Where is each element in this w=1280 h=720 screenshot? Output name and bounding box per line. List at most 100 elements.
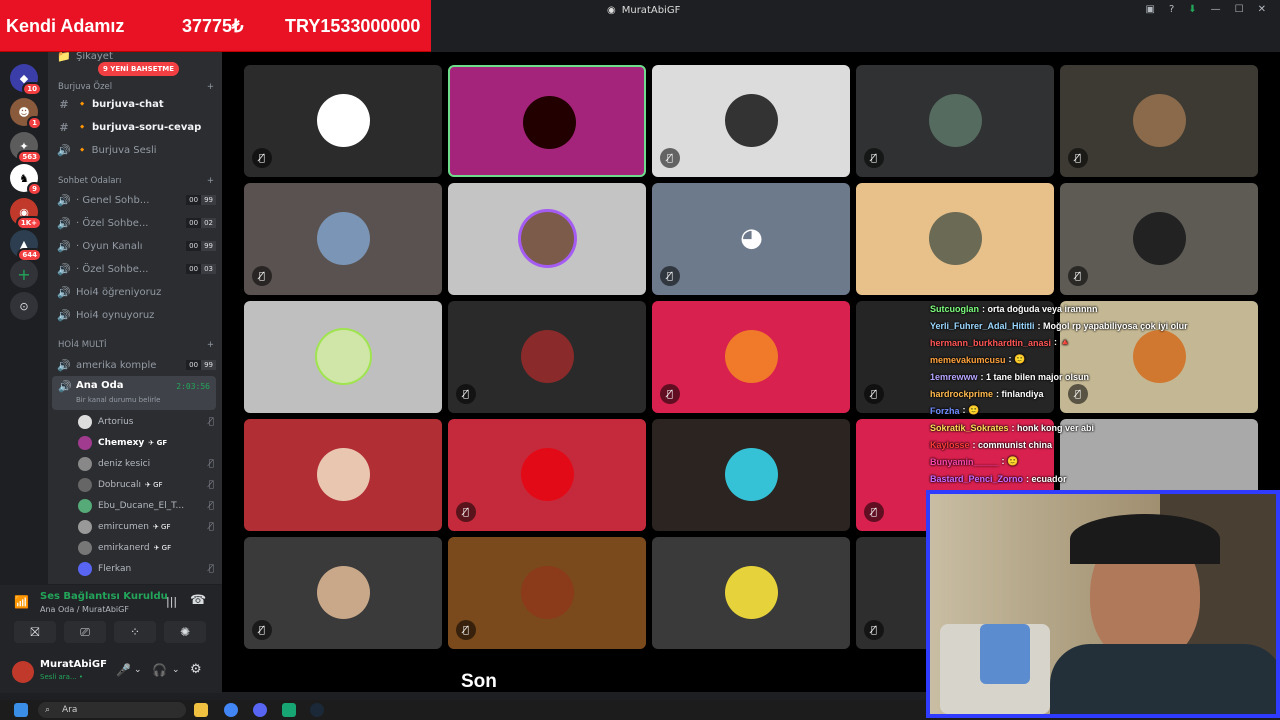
new-mentions-badge[interactable]: 9 YENİ BAHSETME (98, 62, 180, 76)
participant-tile[interactable] (652, 419, 850, 531)
active-voice-channel[interactable]: 🔊 Ana Oda 2:03:56 Bir kanal durumu belir… (52, 376, 216, 410)
voice-channel[interactable]: 🔊 · Oyun Kanalı 00 99 (56, 236, 216, 256)
category-header[interactable]: HOİ4 MULTİ + (58, 340, 214, 350)
participant-tile[interactable]: 🎙̸ (1060, 183, 1258, 295)
muted-icon: 🎙̸ (252, 620, 272, 640)
settings-gear-icon[interactable]: ⚙ (190, 662, 202, 677)
discord-default-avatar-icon: ◕ (740, 223, 763, 253)
voice-member[interactable]: Ebu_Ducane_El_T... 🎙̸ (78, 496, 214, 516)
voice-channel[interactable]: 🔊 · Özel Sohbe... 00 03 (56, 259, 216, 279)
soundboard-button[interactable]: ✺ (164, 621, 206, 643)
participant-tile[interactable]: 🎙̸ (244, 183, 442, 295)
participant-tile[interactable] (652, 537, 850, 649)
download-icon[interactable]: ⬇ (1188, 4, 1196, 15)
muted-icon: 🎙̸ (864, 620, 884, 640)
muted-icon: 🎙̸ (252, 148, 272, 168)
help-icon[interactable]: ? (1169, 4, 1174, 15)
server-icon[interactable]: ✦ 563 (10, 132, 42, 164)
steam-icon[interactable] (310, 703, 324, 717)
voice-member[interactable]: emirkanerd ✈ GF (78, 538, 214, 558)
subtitle-caption: Son (461, 671, 497, 692)
plus-icon[interactable]: + (207, 82, 214, 92)
voice-status[interactable]: Ses Bağlantısı Kuruldu (40, 591, 168, 602)
user-panel: MuratAbiGF Sesli ara... • 🎤 ⌄ 🎧 ⌄ ⚙ (0, 653, 222, 693)
voice-channel[interactable]: 🔊 Hoi4 öğreniyoruz (56, 282, 216, 302)
participant-tile[interactable] (244, 419, 442, 531)
maximize-button[interactable]: ☐ (1235, 4, 1244, 15)
text-channel[interactable]: # 🔸 burjuva-chat (56, 94, 216, 114)
chat-message: Kaylosse: communist china (930, 439, 1053, 450)
windows-start-icon[interactable] (14, 703, 28, 717)
activities-button[interactable]: ⁘ (114, 621, 156, 643)
voice-member[interactable]: deniz kesici 🎙̸ (78, 454, 214, 474)
muted-icon: 🎙̸ (456, 502, 476, 522)
participant-tile[interactable] (856, 183, 1054, 295)
chat-message: Sutcuoglan: orta doğuda veya irannnn (930, 303, 1098, 314)
chevron-down-icon[interactable]: ⌄ (134, 665, 142, 675)
username: MuratAbiGF (40, 659, 107, 670)
category-header[interactable]: Burjuva Özel + (58, 82, 214, 92)
voice-member[interactable]: Chemexy ✈ GF (78, 433, 214, 453)
participant-tile[interactable]: 🎙̸ (244, 65, 442, 177)
microphone-icon[interactable]: 🎤 (116, 663, 131, 677)
voice-channel[interactable]: 🔊 🔸 Burjuva Sesli (56, 140, 216, 160)
file-explorer-icon[interactable] (194, 703, 208, 717)
plus-icon[interactable]: + (207, 340, 214, 350)
voice-member[interactable]: emircumen ✈ GF 🎙̸ (78, 517, 214, 537)
participant-tile[interactable]: 🎙̸ (448, 537, 646, 649)
participant-tile[interactable]: 🎙̸ (652, 301, 850, 413)
signal-icon: 📶 (14, 595, 29, 609)
voice-location: Ana Oda / MuratAbiGF (40, 605, 129, 614)
server-icon[interactable]: ◉ 1K+ (10, 198, 42, 230)
muted-icon: 🎙̸ (864, 502, 884, 522)
inbox-icon[interactable]: ▣ (1145, 4, 1154, 15)
noise-suppression-icon[interactable]: ||| (166, 595, 177, 608)
voice-member[interactable]: Artorius 🎙̸ (78, 412, 214, 432)
participant-tile[interactable] (448, 183, 646, 295)
headphones-icon[interactable]: 🎧 (152, 663, 167, 677)
close-button[interactable]: ✕ (1258, 4, 1266, 15)
discord-icon[interactable] (253, 703, 267, 717)
category-header[interactable]: Sohbet Odaları + (58, 176, 214, 186)
voice-channel[interactable]: 🔊 · Özel Sohbe... 00 02 (56, 213, 216, 233)
participant-tile[interactable]: 🎙̸ (448, 301, 646, 413)
add-server-icon[interactable]: + (10, 260, 38, 288)
participant-tile[interactable]: 🎙̸ (244, 537, 442, 649)
banner-name: Kendi Adamız (6, 16, 125, 36)
muted-icon: 🎙̸ (1068, 266, 1088, 286)
participant-tile[interactable]: 🎙̸ (1060, 65, 1258, 177)
participant-tile[interactable] (244, 301, 442, 413)
voice-channel[interactable]: 🔊 Hoi4 oynuyoruz (56, 305, 216, 325)
disconnect-icon[interactable]: ☎ (190, 593, 206, 608)
user-status: Sesli ara... • (40, 673, 83, 681)
app-icon[interactable] (282, 703, 296, 717)
participant-tile-speaking[interactable] (448, 65, 646, 177)
chat-message: hermann_burkhardtin_anasi: 🔺 (930, 337, 1071, 348)
minimize-button[interactable]: — (1211, 4, 1221, 15)
participant-tile[interactable]: 🎙̸ (652, 65, 850, 177)
participant-tile[interactable]: ◕ 🎙̸ (652, 183, 850, 295)
participant-tile[interactable]: 🎙̸ (856, 65, 1054, 177)
server-icon[interactable]: ☻ 1 (10, 98, 42, 130)
muted-icon: 🎙̸ (252, 266, 272, 286)
server-icon[interactable]: ♞ 9 (10, 164, 42, 196)
discover-icon[interactable]: ⊙ (10, 292, 38, 320)
text-channel[interactable]: # 🔸 burjuva-soru-cevap (56, 117, 216, 137)
voice-member[interactable]: Dobrucalı ✈ GF 🎙̸ (78, 475, 214, 495)
plus-icon[interactable]: + (207, 176, 214, 186)
participant-tile[interactable]: 🎙̸ (448, 419, 646, 531)
camera-off-button[interactable]: ⛝ (14, 621, 56, 643)
muted-icon: 🎙̸ (864, 384, 884, 404)
voice-channel[interactable]: 🔊 amerika komple 00 99 (56, 355, 216, 375)
avatar[interactable] (12, 661, 34, 683)
taskbar-search[interactable]: ⌕ Ara (38, 702, 186, 718)
channel-status[interactable]: Bir kanal durumu belirle (76, 396, 160, 404)
server-icon[interactable]: ▲ 644 (10, 230, 42, 262)
voice-member[interactable]: Flerkan 🎙̸ (78, 559, 214, 579)
muted-icon: 🎙̸ (660, 384, 680, 404)
chrome-icon[interactable] (224, 703, 238, 717)
server-icon[interactable]: ◆ 10 (10, 64, 42, 96)
screen-share-button[interactable]: ⎚ (64, 621, 106, 643)
chevron-down-icon[interactable]: ⌄ (172, 665, 180, 675)
voice-channel[interactable]: 🔊 · Genel Sohb... 00 99 (56, 190, 216, 210)
